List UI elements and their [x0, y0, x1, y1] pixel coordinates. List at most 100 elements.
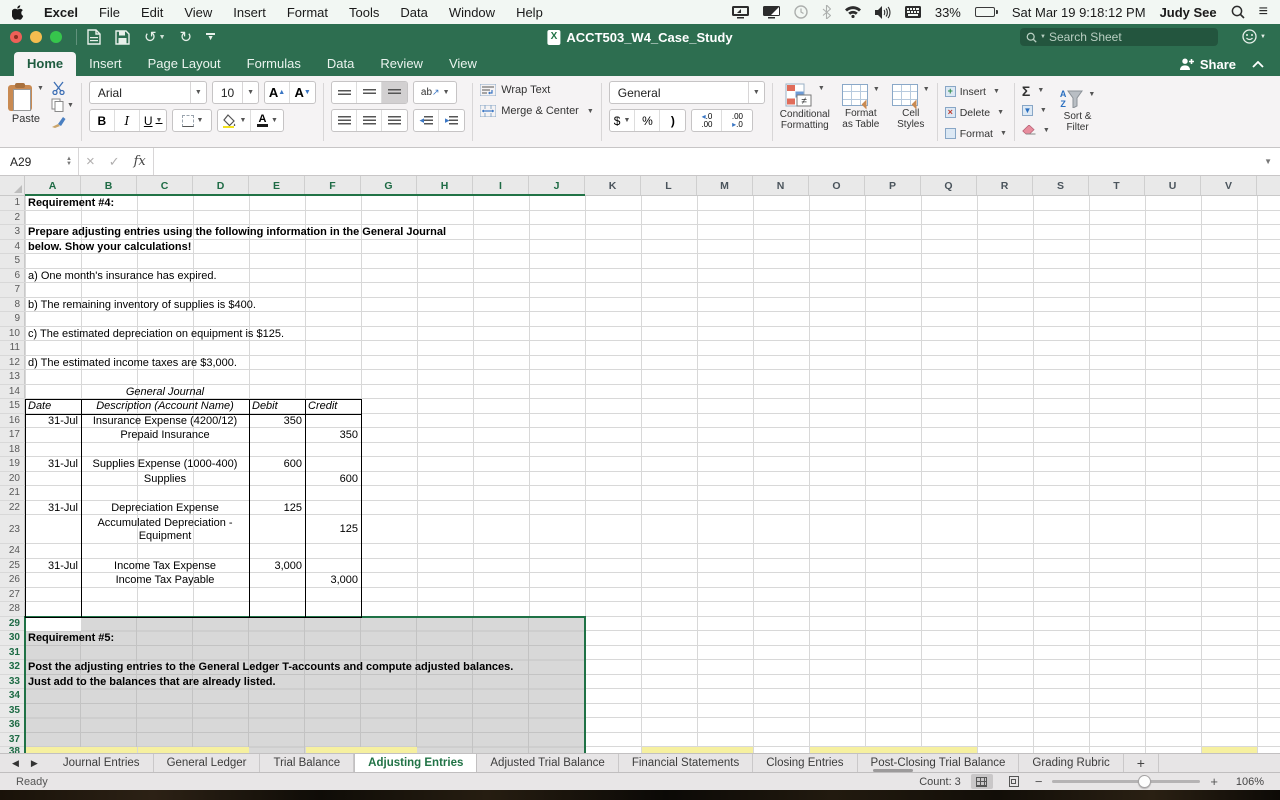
cell-R15C1[interactable]: Date — [25, 399, 81, 414]
zoom-slider-thumb[interactable] — [1138, 775, 1152, 788]
cell-R1C1[interactable]: Requirement #4: — [25, 196, 361, 211]
menu-help[interactable]: Help — [516, 5, 543, 20]
column-header-N[interactable]: N — [753, 176, 809, 195]
ribbon-tab-review[interactable]: Review — [367, 52, 436, 76]
increase-decimal-button[interactable]: ◂.0.00 — [692, 110, 723, 131]
cell-R32C1[interactable]: Post the adjusting entries to the Genera… — [25, 660, 585, 675]
sheet-tab-general-ledger[interactable]: General Ledger — [154, 754, 261, 772]
new-workbook-icon[interactable] — [87, 29, 101, 45]
cell-R15C5[interactable]: Debit — [249, 399, 305, 414]
row-header-19[interactable]: 19 — [0, 457, 25, 471]
format-as-table-button[interactable]: ▼ Format as Table — [841, 84, 880, 130]
row-header-28[interactable]: 28 — [0, 602, 25, 616]
menu-file[interactable]: File — [99, 5, 120, 20]
cell-R16C2[interactable]: Insurance Expense (4200/12) — [81, 414, 249, 429]
add-sheet-button[interactable]: + — [1124, 754, 1159, 772]
sheet-tab-adjusted-trial-balance[interactable]: Adjusted Trial Balance — [477, 754, 619, 772]
format-painter-button[interactable] — [51, 115, 74, 128]
row-header-31[interactable]: 31 — [0, 645, 25, 659]
column-header-D[interactable]: D — [193, 176, 249, 195]
cut-button[interactable] — [51, 81, 74, 95]
conditional-formatting-button[interactable]: ≠ ▼ Conditional Formatting — [780, 83, 830, 131]
row-header-12[interactable]: 12 — [0, 355, 25, 369]
cell-R30C1[interactable]: Requirement #5: — [25, 631, 361, 646]
column-header-S[interactable]: S — [1033, 176, 1089, 195]
row-header-24[interactable]: 24 — [0, 544, 25, 558]
cell-R20C6[interactable]: 600 — [305, 472, 361, 487]
row-header-23[interactable]: 23 — [0, 515, 25, 543]
row-header-3[interactable]: 3 — [0, 225, 25, 239]
display-mirroring-icon[interactable] — [762, 5, 780, 19]
row-header-16[interactable]: 16 — [0, 413, 25, 427]
row-header-30[interactable]: 30 — [0, 631, 25, 645]
cell-R12C1[interactable]: d) The estimated income taxes are $3,000… — [25, 356, 585, 371]
cell-R33C1[interactable]: Just add to the balances that are alread… — [25, 675, 585, 690]
next-sheet-icon[interactable]: ▶ — [31, 758, 38, 769]
row-header-15[interactable]: 15 — [0, 399, 25, 413]
menu-tools[interactable]: Tools — [349, 5, 379, 20]
menu-window[interactable]: Window — [449, 5, 495, 20]
cell-R25C2[interactable]: Income Tax Expense — [81, 559, 249, 574]
currency-button[interactable]: $ ▼ — [610, 110, 636, 131]
time-machine-icon[interactable] — [794, 5, 808, 19]
zoom-percentage[interactable]: 106% — [1228, 776, 1264, 788]
close-button[interactable] — [10, 31, 22, 43]
menu-insert[interactable]: Insert — [233, 5, 266, 20]
clear-button[interactable]: ▼ — [1022, 123, 1050, 138]
sheet-tab-trial-balance[interactable]: Trial Balance — [260, 754, 355, 772]
menu-format[interactable]: Format — [287, 5, 328, 20]
fast-user-switch[interactable]: Judy See — [1160, 5, 1217, 20]
increase-indent-button[interactable]: ▸ — [439, 110, 464, 131]
cell-R16C1[interactable]: 31-Jul — [25, 414, 81, 429]
row-header-35[interactable]: 35 — [0, 703, 25, 717]
page-layout-view-button[interactable] — [1003, 774, 1025, 789]
row-header-2[interactable]: 2 — [0, 210, 25, 224]
row-header-17[interactable]: 17 — [0, 428, 25, 442]
redo-button[interactable]: ↻ — [180, 29, 193, 45]
name-box-stepper[interactable]: ▲ ▼ — [66, 156, 72, 167]
font-color-button[interactable]: A ▼ — [251, 110, 283, 131]
row-header-21[interactable]: 21 — [0, 486, 25, 500]
column-header-T[interactable]: T — [1089, 176, 1145, 195]
cell-R8C1[interactable]: b) The remaining inventory of supplies i… — [25, 298, 585, 313]
number-format-select[interactable]: General ▼ — [608, 81, 765, 104]
menu-data[interactable]: Data — [400, 5, 427, 20]
row-header-9[interactable]: 9 — [0, 312, 25, 326]
cell-R14C2[interactable]: General Journal — [81, 385, 249, 400]
percent-button[interactable]: % — [635, 110, 661, 131]
cell-R15C6[interactable]: Credit — [305, 399, 361, 414]
wrap-text-button[interactable]: Wrap Text — [480, 84, 594, 96]
row-header-4[interactable]: 4 — [0, 239, 25, 253]
font-size-select[interactable]: 10 ▼ — [211, 81, 259, 104]
align-bottom-button[interactable] — [382, 82, 408, 103]
menu-view[interactable]: View — [184, 5, 212, 20]
column-header-H[interactable]: H — [417, 176, 473, 195]
row-header-32[interactable]: 32 — [0, 660, 25, 674]
customize-toolbar-icon[interactable]: ▼ — [206, 33, 216, 42]
menu-bar-clock[interactable]: Sat Mar 19 9:18:12 PM — [1012, 5, 1146, 20]
fill-button[interactable]: ▼ ▼ — [1021, 103, 1050, 118]
sheet-tab-grading-rubric[interactable]: Grading Rubric — [1019, 754, 1124, 772]
row-header-34[interactable]: 34 — [0, 689, 25, 703]
column-header-R[interactable]: R — [977, 176, 1033, 195]
column-header-E[interactable]: E — [249, 176, 305, 195]
sheet-tab-closing-entries[interactable]: Closing Entries — [753, 754, 858, 772]
sheet-tab-financial-statements[interactable]: Financial Statements — [619, 754, 754, 772]
zoom-out-button[interactable]: − — [1035, 774, 1043, 789]
volume-icon[interactable] — [874, 5, 891, 19]
grow-font-button[interactable]: A ▲ — [265, 82, 291, 103]
ribbon-tab-insert[interactable]: Insert — [76, 52, 135, 76]
cell-R4C1[interactable]: below. Show your calculations! — [25, 240, 585, 255]
column-header-C[interactable]: C — [137, 176, 193, 195]
cancel-icon[interactable]: × — [86, 153, 95, 170]
cell-R17C6[interactable]: 350 — [305, 428, 361, 443]
row-header-11[interactable]: 11 — [0, 341, 25, 355]
row-header-26[interactable]: 26 — [0, 573, 25, 587]
zoom-slider[interactable] — [1052, 775, 1201, 788]
borders-button[interactable]: ▼ — [172, 109, 213, 132]
row-header-18[interactable]: 18 — [0, 442, 25, 456]
keyboard-viewer-icon[interactable] — [904, 6, 921, 18]
row-header-1[interactable]: 1 — [0, 196, 25, 210]
merge-dropdown[interactable]: ▼ — [587, 108, 594, 115]
wifi-icon[interactable] — [844, 6, 861, 18]
